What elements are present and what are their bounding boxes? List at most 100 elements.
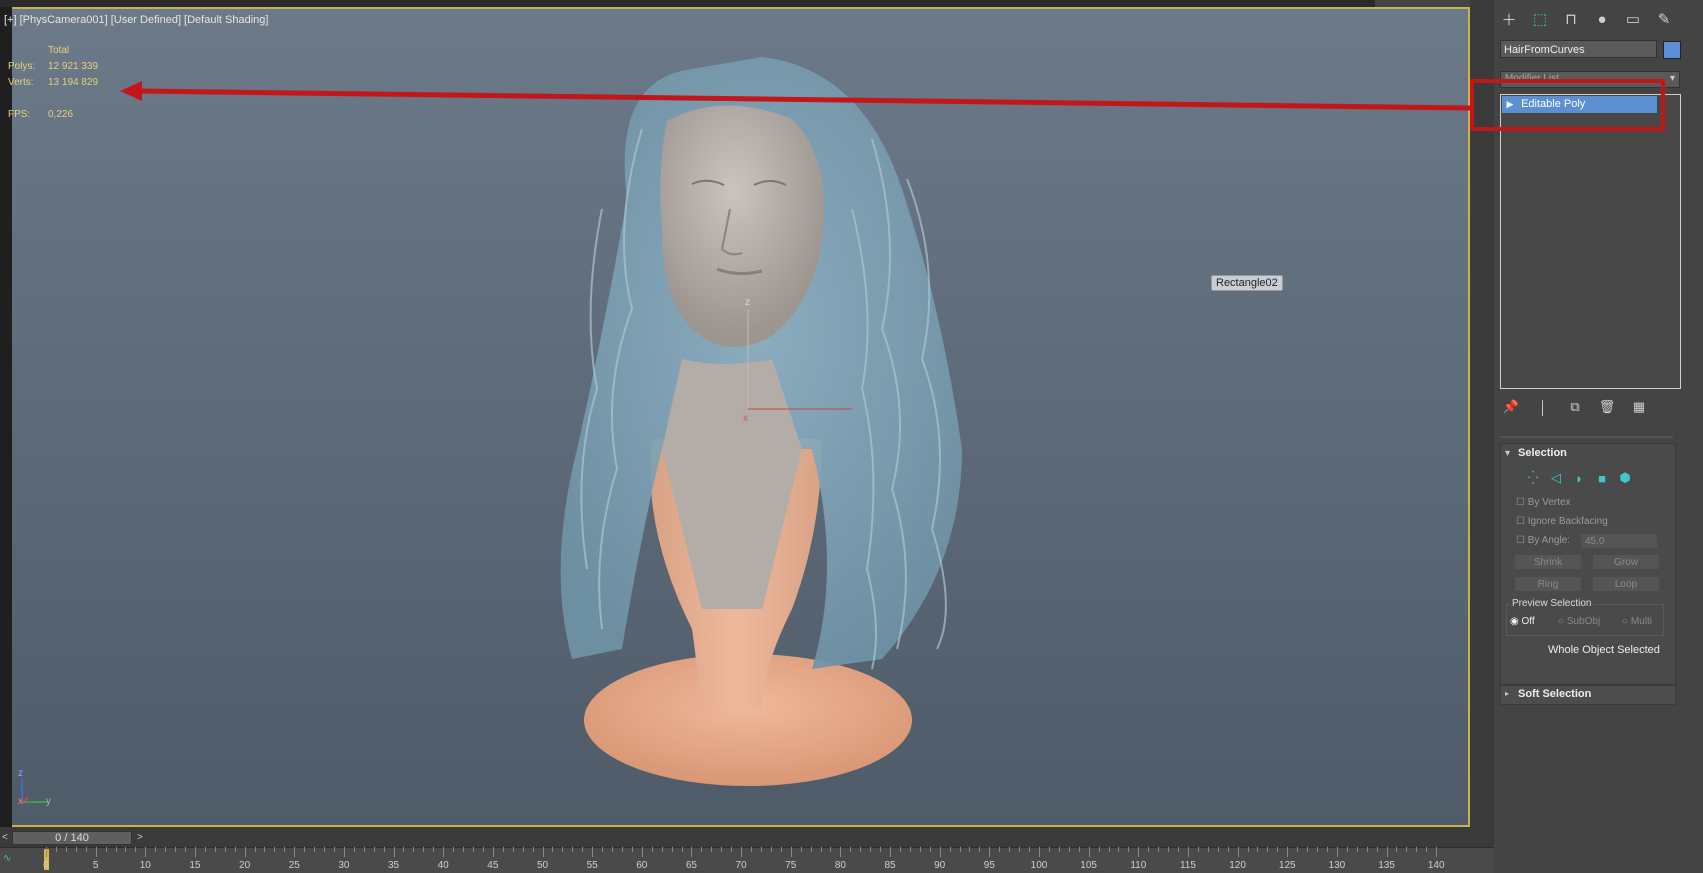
by-vertex-checkbox[interactable]: ☐ By Vertex <box>1516 497 1571 508</box>
timeline-tick <box>75 847 77 852</box>
polygon-icon[interactable]: ■ <box>1593 469 1611 487</box>
timeline-tick <box>1039 847 1040 857</box>
timeline-tick <box>552 847 554 852</box>
timeline-tick <box>532 847 534 852</box>
hierarchy-icon[interactable]: ⊓ <box>1560 8 1582 30</box>
grow-button[interactable]: Grow <box>1592 554 1660 570</box>
timeline-tick-label: 0 <box>43 860 49 871</box>
timeline-tick <box>1098 847 1100 852</box>
pin-stack-icon[interactable]: 📌 <box>1502 398 1520 416</box>
timeline-tick <box>870 847 872 852</box>
timeline-tick <box>135 847 137 852</box>
timeline-tick <box>472 847 474 852</box>
timeline-tick <box>1267 847 1269 852</box>
timeline-tick <box>840 847 842 857</box>
timeline-tick <box>463 847 465 852</box>
timeline-tick <box>1257 847 1259 852</box>
by-angle-checkbox[interactable]: ☐ By Angle: <box>1516 535 1570 546</box>
rollout-expand-icon[interactable]: ▸ <box>1505 689 1509 698</box>
annotation-arrow <box>120 81 1471 111</box>
vertex-icon[interactable]: ⁛ <box>1524 469 1542 487</box>
soft-selection-title[interactable]: Soft Selection <box>1518 688 1591 700</box>
timeline-tick-label: 120 <box>1229 860 1246 871</box>
timeline-tick <box>373 847 375 852</box>
element-icon[interactable]: ⬢ <box>1616 469 1634 487</box>
remove-modifier-icon[interactable]: 🗑 <box>1598 398 1616 416</box>
timeline-tick <box>860 847 862 852</box>
modifier-stack[interactable] <box>1500 94 1681 389</box>
timeline-tick-label: 60 <box>636 860 648 871</box>
ring-button[interactable]: Ring <box>1514 576 1582 592</box>
timeline-tick-label: 30 <box>338 860 350 871</box>
timeline-tick <box>612 847 613 852</box>
timeline-tick <box>899 847 901 852</box>
object-name-field[interactable]: HairFromCurves <box>1500 40 1657 58</box>
time-slider[interactable]: 0 / 140 <box>12 831 132 845</box>
timeline-tick <box>383 847 385 852</box>
time-next-button[interactable]: > <box>137 832 143 843</box>
ignore-backfacing-checkbox[interactable]: ☐ Ignore Backfacing <box>1516 516 1608 527</box>
timeline-tick <box>224 847 226 852</box>
timeline-tick-label: 5 <box>92 860 99 871</box>
timeline-tick <box>1237 847 1239 857</box>
timeline-tick-label: 15 <box>189 860 201 871</box>
time-slider-bar <box>0 827 1494 847</box>
timeline-tick-label: 105 <box>1080 860 1097 871</box>
modify-icon[interactable]: ⬚ <box>1529 8 1551 30</box>
timeline-tick <box>1138 847 1140 857</box>
timeline-tick <box>1396 847 1398 852</box>
timeline-tick <box>770 847 772 852</box>
selection-rollout-title[interactable]: Selection <box>1518 447 1567 459</box>
timeline-tick <box>691 847 693 857</box>
show-end-result-icon[interactable]: │ <box>1534 398 1552 416</box>
timeline-tick <box>1108 847 1110 852</box>
timeline-tick <box>492 847 494 857</box>
timeline-tick-label: 25 <box>288 860 300 871</box>
timeline-tick <box>1029 847 1031 852</box>
curve-editor-icon[interactable]: ∿ <box>3 853 11 864</box>
preview-multi-radio[interactable]: ○ Multi <box>1622 616 1652 627</box>
timeline-tick <box>453 847 455 852</box>
timeline-tick <box>621 847 623 852</box>
timeline-tick <box>234 847 236 852</box>
timeline-tick <box>1277 847 1279 852</box>
timeline-tick <box>264 847 266 852</box>
timeline-tick <box>1068 847 1070 852</box>
edge-icon[interactable]: ◁ <box>1547 469 1565 487</box>
timeline-tick <box>1009 847 1011 852</box>
make-unique-icon[interactable]: ⧉ <box>1566 398 1584 416</box>
shrink-button[interactable]: Shrink <box>1514 554 1582 570</box>
loop-button[interactable]: Loop <box>1592 576 1660 592</box>
timeline-tick <box>95 847 97 857</box>
timeline-tick <box>1287 847 1289 857</box>
timeline-tick <box>403 847 405 852</box>
preview-off-radio[interactable]: ◉ Off <box>1510 616 1535 627</box>
create-icon[interactable]: ＋ <box>1498 8 1520 30</box>
timeline-tick <box>1088 847 1090 857</box>
timeline-tick <box>1426 847 1428 852</box>
timeline-tick <box>85 847 87 852</box>
timeline-tick-label: 90 <box>934 860 946 871</box>
timeline-tick <box>1118 847 1120 852</box>
rollout-collapse-icon[interactable]: ▾ <box>1505 448 1510 459</box>
display-icon[interactable]: ▭ <box>1622 8 1644 30</box>
timeline-tick-label: 130 <box>1328 860 1346 871</box>
timeline-tick-label: 65 <box>685 860 697 871</box>
motion-icon[interactable]: ● <box>1591 8 1613 30</box>
preview-subobj-label: SubObj <box>1566 616 1601 627</box>
timeline-tick-label: 45 <box>487 860 499 871</box>
time-prev-button[interactable]: < <box>2 832 8 843</box>
configure-sets-icon[interactable]: ▦ <box>1630 398 1648 416</box>
timeline-tick <box>631 847 633 852</box>
border-icon[interactable]: ◗ <box>1570 469 1588 487</box>
angle-spinner[interactable]: 45,0 <box>1580 533 1658 549</box>
utilities-icon[interactable]: ✎ <box>1653 8 1675 30</box>
annotation-highlight-box <box>1470 79 1665 131</box>
object-color-swatch[interactable] <box>1663 41 1681 59</box>
timeline-tick <box>731 847 733 852</box>
timeline-tick <box>294 847 296 857</box>
preview-subobj-radio[interactable]: ○ SubObj <box>1558 616 1600 627</box>
timeline-tick <box>1019 847 1021 852</box>
timeline-tick <box>46 847 47 857</box>
timeline-tick <box>1376 847 1378 852</box>
